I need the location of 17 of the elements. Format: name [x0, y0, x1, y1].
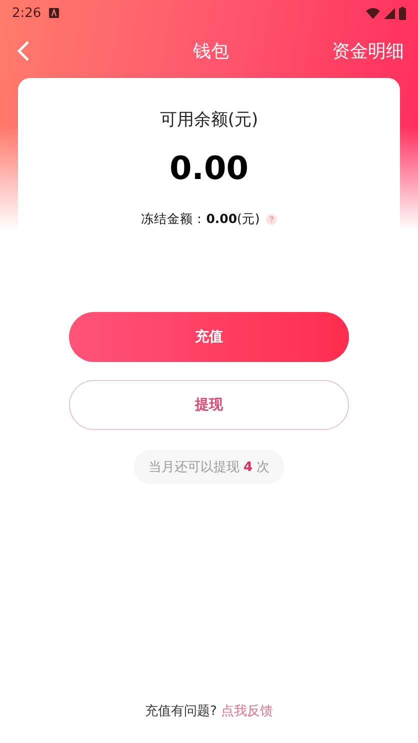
help-icon[interactable] [266, 214, 277, 225]
balance-amount: 0.00 [170, 149, 248, 187]
balance-label: 可用余额(元) [160, 109, 258, 131]
withdraw-limit-tip: 当月还可以提现 4 次 [134, 450, 284, 484]
withdraw-button[interactable]: 提现 [69, 380, 349, 430]
recharge-button[interactable]: 充值 [69, 312, 349, 362]
wifi-icon [366, 8, 380, 18]
status-time: 2:26 [12, 6, 42, 20]
page-title: 钱包 [192, 40, 230, 63]
back-icon[interactable] [16, 40, 30, 62]
feedback-question: 充值有问题? [145, 703, 217, 720]
feedback-link[interactable]: 点我反馈 [220, 702, 273, 720]
battery-icon [399, 6, 406, 20]
signal-icon [384, 8, 395, 18]
fund-details-link[interactable]: 资金明细 [332, 39, 404, 63]
notification-icon [49, 8, 60, 18]
frozen-amount-text: 冻结金额：0.00(元) [141, 211, 260, 228]
